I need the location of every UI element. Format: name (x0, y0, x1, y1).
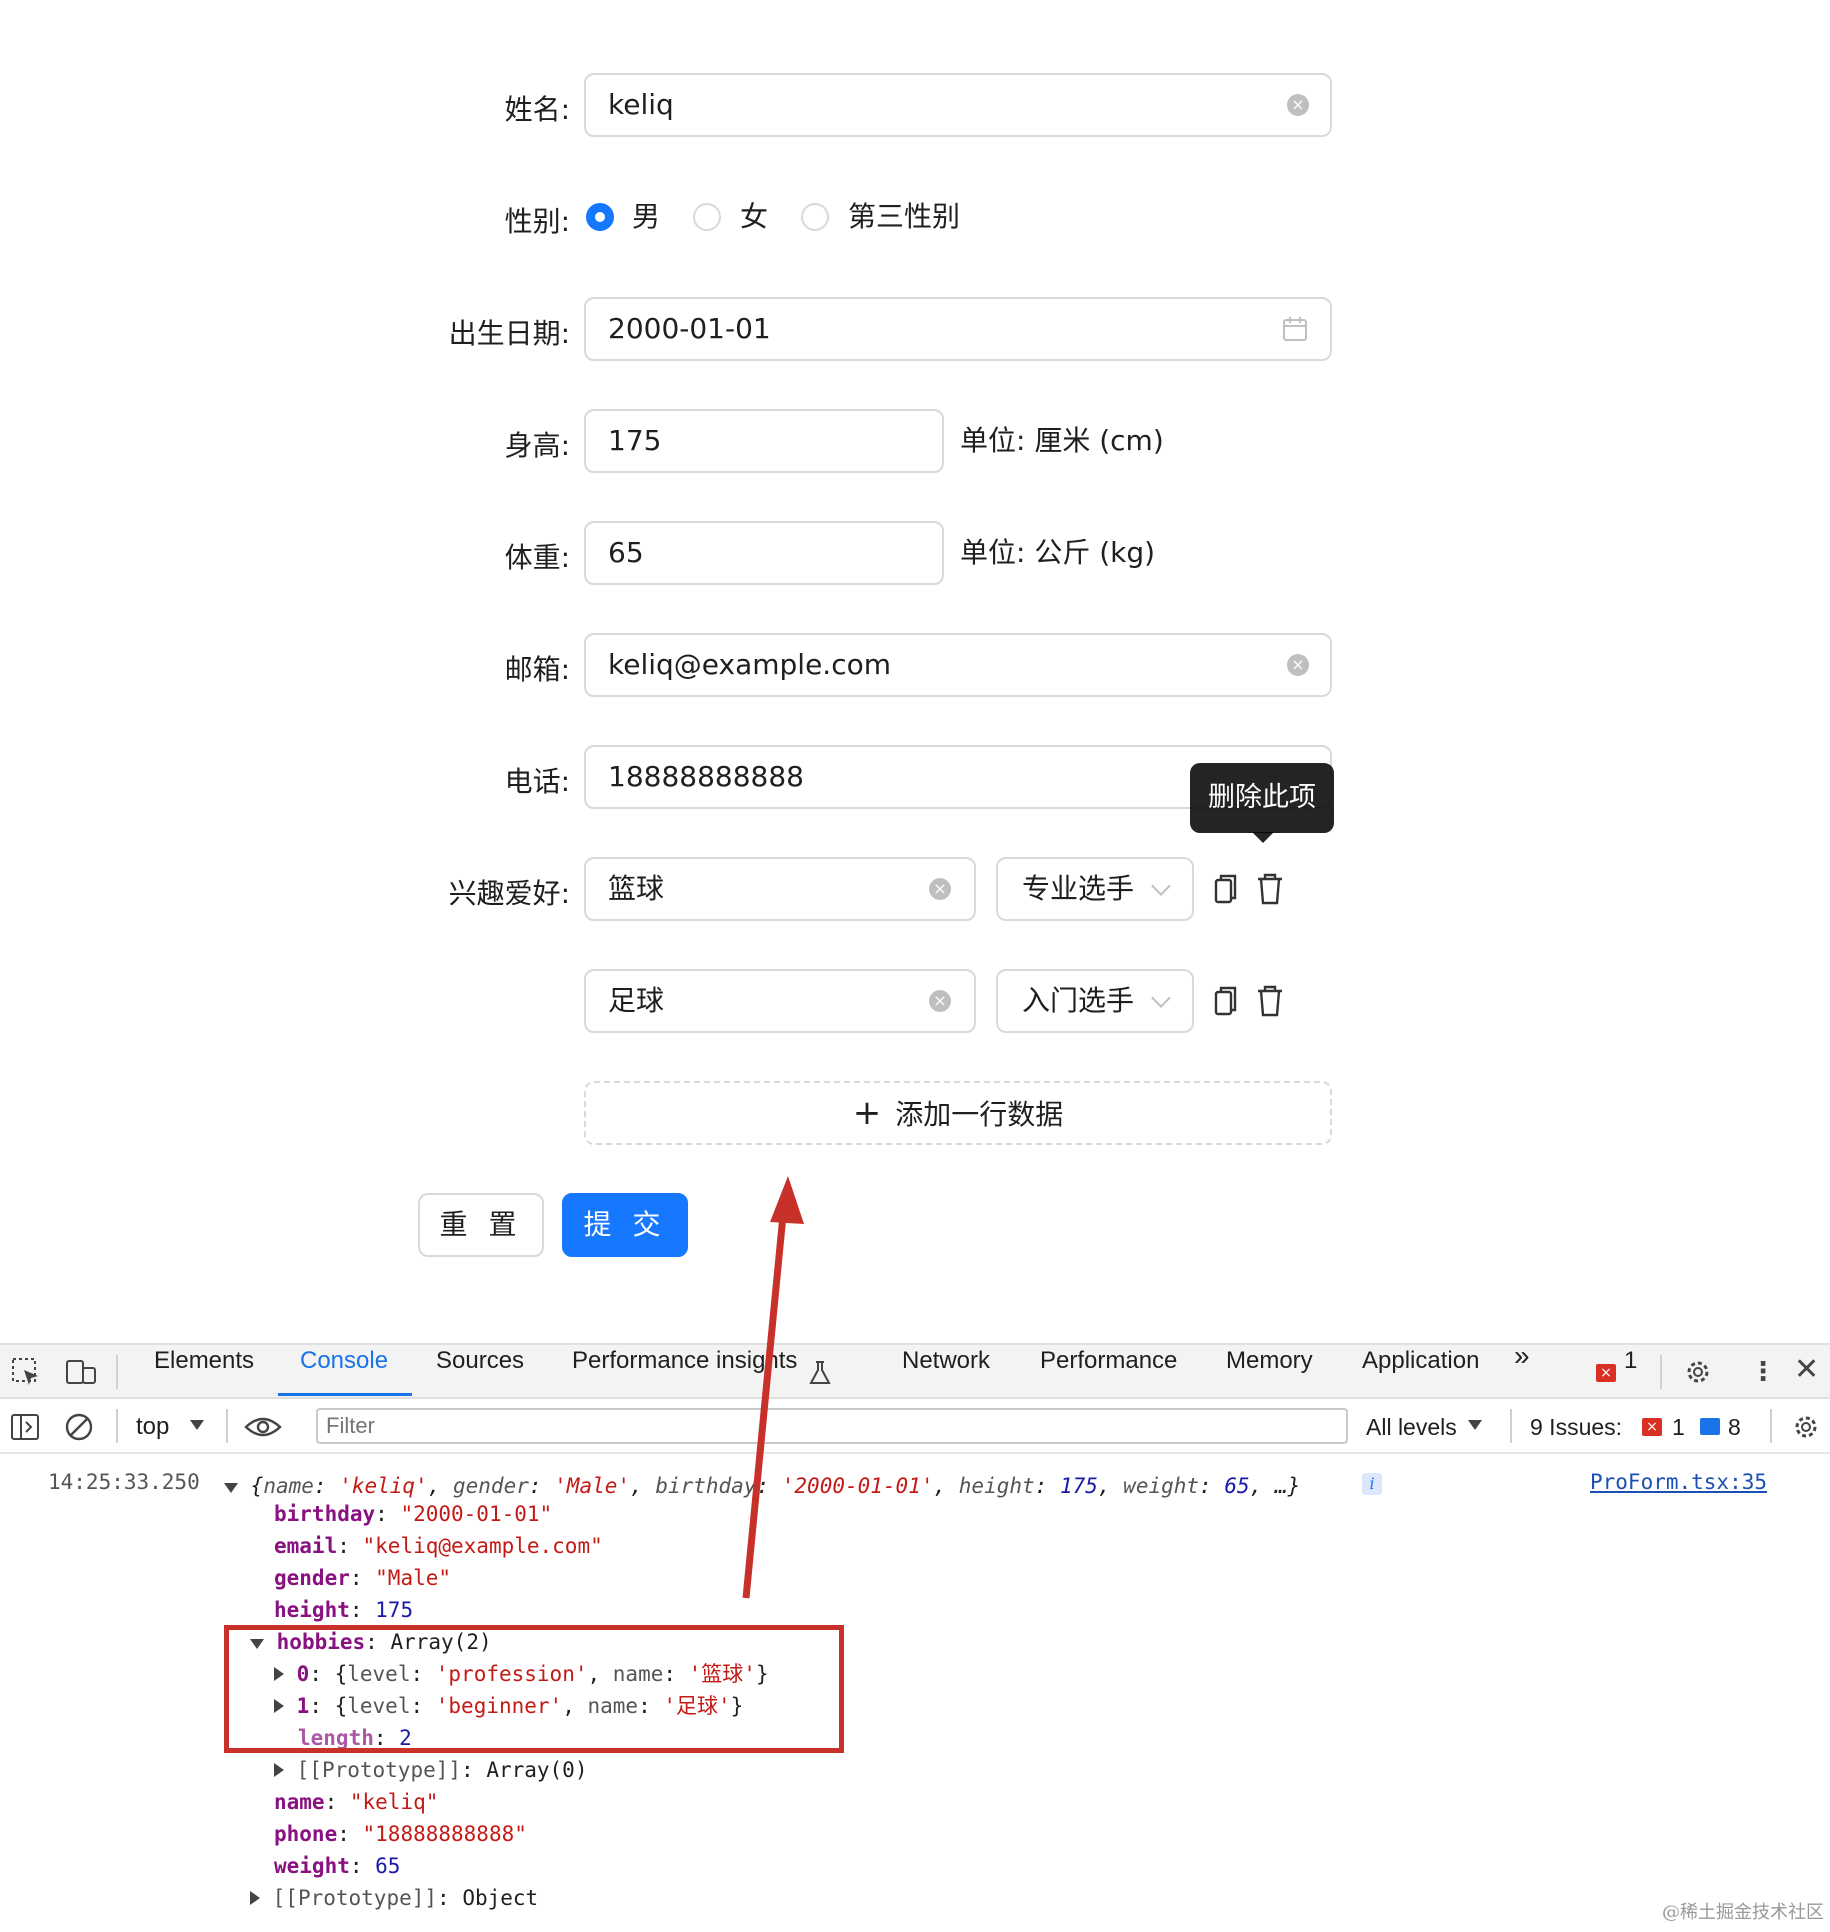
annotation-arrow (742, 1176, 804, 1599)
watermark: @稀土掘金技术社区 (1662, 1902, 1824, 1923)
